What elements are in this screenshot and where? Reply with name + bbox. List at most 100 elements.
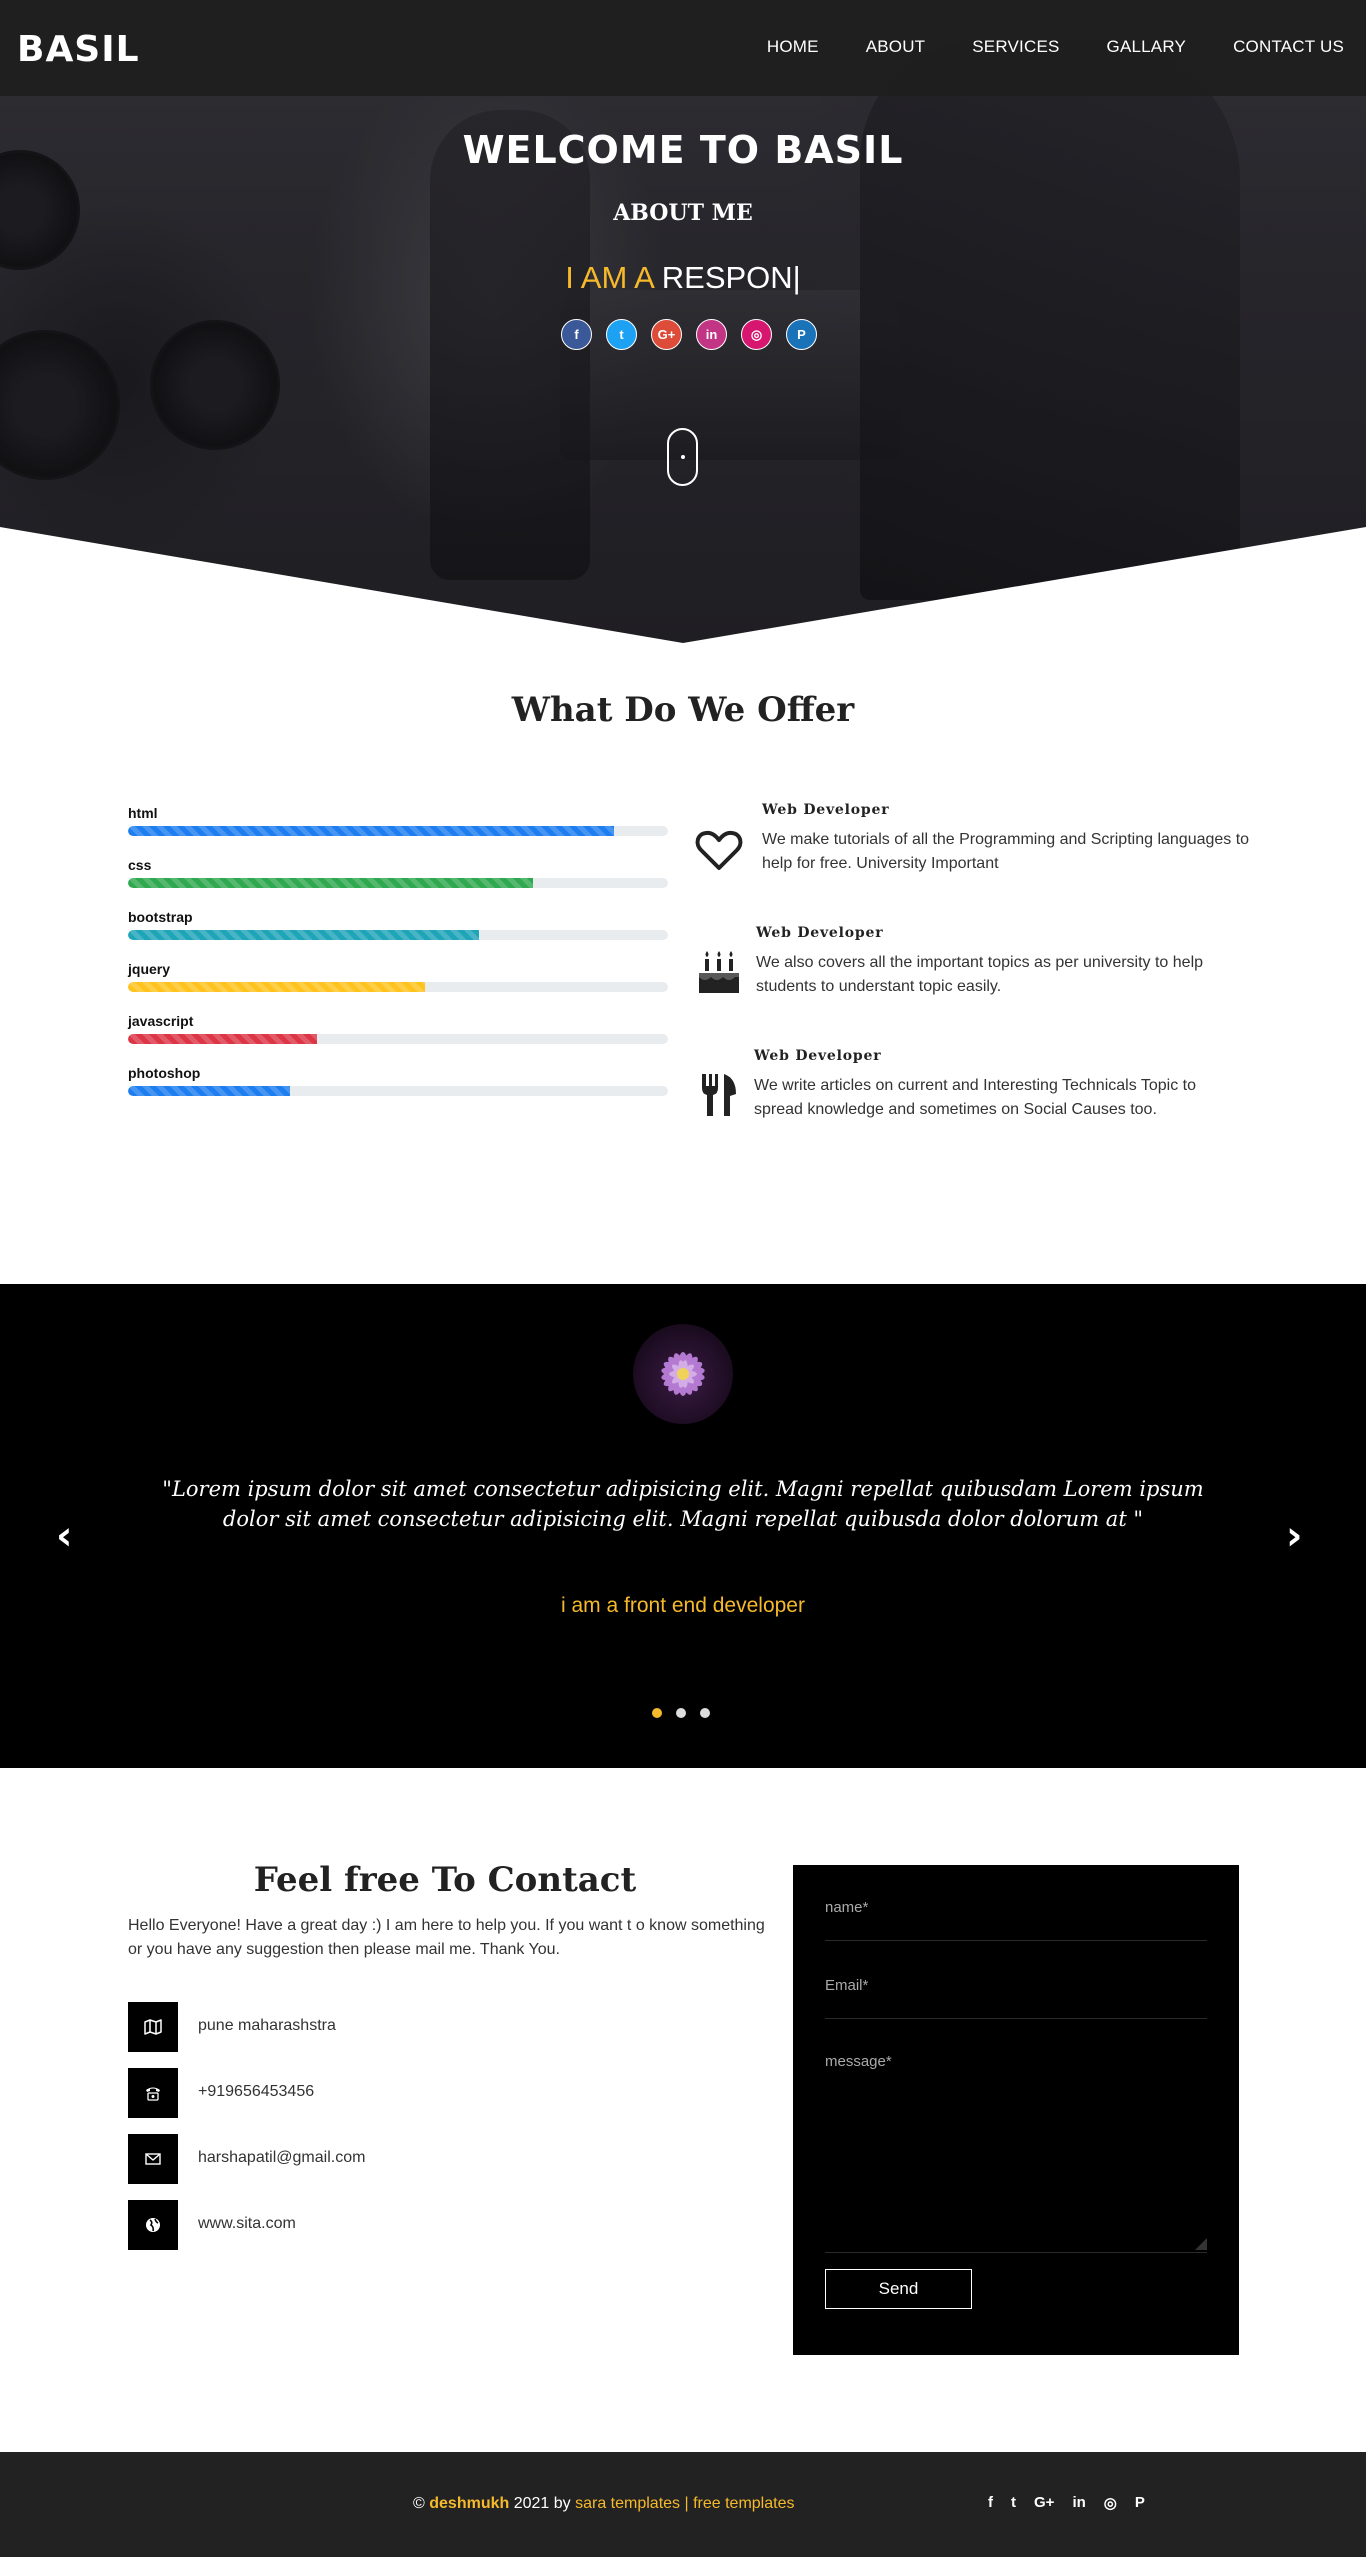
- skill-label: html: [128, 805, 158, 821]
- skill-progress-bar: [128, 826, 614, 836]
- contact-address-text: pune maharashstra: [198, 2017, 336, 2034]
- skill-progress-track: [128, 1034, 668, 1044]
- carousel-prev-icon[interactable]: ‹: [56, 1516, 72, 1556]
- nav-services[interactable]: SERVICES: [972, 37, 1059, 57]
- service-item: Web Developer We write articles on curre…: [694, 1048, 1254, 1138]
- testimonial-quote: "Lorem ipsum dolor sit amet consectetur …: [162, 1477, 1204, 1531]
- footer-social-links: f t G+ in ◎ P: [988, 2494, 1145, 2512]
- skill-progress-bar: [128, 1086, 290, 1096]
- carousel-next-icon[interactable]: ›: [1286, 1516, 1302, 1556]
- contact-title: Feel free To Contact: [253, 1860, 637, 1900]
- cutlery-icon: [702, 1074, 736, 1116]
- twitter-icon[interactable]: t: [606, 319, 637, 350]
- copyright: © deshmukh 2021 by sara templates | free…: [413, 2495, 794, 2513]
- pinterest-icon[interactable]: P: [1135, 2494, 1145, 2512]
- skills-list: html css bootstrap jquery javascript photosho…: [128, 804, 668, 1116]
- scroll-dot-icon: [681, 455, 685, 459]
- hero-subtitle: ABOUT ME: [613, 200, 753, 226]
- typed-prefix: I AM A: [565, 260, 654, 295]
- service-text: We make tutorials of all the Programming…: [762, 831, 1250, 872]
- service-text: We also covers all the important topics …: [756, 954, 1204, 995]
- name-input[interactable]: [825, 1899, 1207, 1916]
- contact-website-text[interactable]: www.sita.com: [198, 2215, 296, 2233]
- instagram-icon[interactable]: ◎: [1104, 2494, 1117, 2512]
- footer: © deshmukh 2021 by sara templates | free…: [0, 2452, 1366, 2557]
- pinterest-icon[interactable]: P: [786, 319, 817, 350]
- google-plus-icon[interactable]: G+: [1034, 2494, 1054, 2512]
- message-field-wrapper: [825, 2053, 1207, 2253]
- testimonial-carousel: "Lorem ipsum dolor sit amet consectetur …: [0, 1284, 1366, 1768]
- flower-image: [661, 1352, 705, 1396]
- resize-handle-icon[interactable]: [1195, 2238, 1207, 2250]
- carousel-dot[interactable]: [652, 1708, 662, 1718]
- skill-javascript: javascript: [128, 1012, 668, 1064]
- skill-label: bootstrap: [128, 909, 193, 925]
- instagram-icon[interactable]: ◎: [741, 319, 772, 350]
- skill-progress-bar: [128, 1034, 317, 1044]
- service-item: Web Developer We also covers all the imp…: [694, 925, 1254, 1015]
- nav-gallary[interactable]: GALLARY: [1107, 37, 1187, 57]
- twitter-icon[interactable]: t: [1011, 2494, 1016, 2512]
- envelope-icon: [128, 2134, 178, 2184]
- skill-photoshop: photoshop: [128, 1064, 668, 1116]
- service-heading: Web Developer: [756, 925, 884, 941]
- name-field-wrapper: [825, 1897, 1207, 1941]
- contact-phone: +919656453456: [128, 2068, 628, 2118]
- contact-form: Send: [793, 1865, 1239, 2355]
- skill-progress-bar: [128, 878, 533, 888]
- hero-social-links: f t G+ in ◎ P: [561, 319, 817, 350]
- hero-section: WELCOME TO BASIL ABOUT ME I AM A RESPON|…: [0, 0, 1366, 645]
- skill-progress-track: [128, 982, 668, 992]
- nav-contact-us[interactable]: CONTACT US: [1233, 37, 1344, 57]
- testimonial-avatar: [633, 1324, 733, 1424]
- skill-jquery: jquery: [128, 960, 668, 1012]
- skill-bootstrap: bootstrap: [128, 908, 668, 960]
- linkedin-icon[interactable]: in: [696, 319, 727, 350]
- contact-email: harshapatil@gmail.com: [128, 2134, 628, 2184]
- contact-phone-text: +919656453456: [198, 2083, 315, 2100]
- skill-label: photoshop: [128, 1065, 201, 1081]
- skill-progress-track: [128, 878, 668, 888]
- skill-label: css: [128, 857, 152, 873]
- scroll-down-indicator[interactable]: [667, 428, 698, 486]
- email-field-wrapper: [825, 1975, 1207, 2019]
- facebook-icon[interactable]: f: [561, 319, 592, 350]
- message-input[interactable]: [825, 2053, 1207, 2206]
- contact-intro: Hello Everyone! Have a great day :) I am…: [128, 1917, 765, 1958]
- nav-about[interactable]: ABOUT: [866, 37, 926, 57]
- carousel-dot[interactable]: [700, 1708, 710, 1718]
- typed-word: RESPON|: [661, 260, 801, 295]
- linkedin-icon[interactable]: in: [1072, 2494, 1085, 2512]
- skill-css: css: [128, 856, 668, 908]
- testimonial-role: i am a front end developer: [561, 1594, 805, 1617]
- skill-html: html: [128, 804, 668, 856]
- skill-progress-bar: [128, 930, 479, 940]
- footer-author[interactable]: deshmukh: [429, 2495, 509, 2512]
- service-item: Web Developer We make tutorials of all t…: [694, 802, 1254, 892]
- phone-icon: [128, 2068, 178, 2118]
- email-input[interactable]: [825, 1977, 1207, 1994]
- facebook-icon[interactable]: f: [988, 2494, 993, 2512]
- send-button[interactable]: Send: [825, 2269, 972, 2309]
- map-icon: [128, 2002, 178, 2052]
- site-logo[interactable]: BASIL: [17, 32, 140, 68]
- carousel-indicators: [652, 1708, 710, 1718]
- carousel-dot[interactable]: [676, 1708, 686, 1718]
- skill-label: javascript: [128, 1013, 194, 1029]
- service-heading: Web Developer: [762, 802, 890, 818]
- nav-home[interactable]: HOME: [767, 37, 819, 57]
- service-heading: Web Developer: [754, 1048, 882, 1064]
- skill-label: jquery: [128, 961, 171, 977]
- service-text: We write articles on current and Interes…: [754, 1077, 1196, 1118]
- hero-typed-text: I AM A RESPON|: [0, 260, 1366, 296]
- birthday-cake-icon: [699, 951, 739, 993]
- google-plus-icon[interactable]: G+: [651, 319, 682, 350]
- footer-year: 2021 by: [509, 2495, 576, 2512]
- offer-section-title: What Do We Offer: [511, 690, 855, 730]
- globe-icon: [128, 2200, 178, 2250]
- nav-menu: HOME ABOUT SERVICES GALLARY CONTACT US: [767, 37, 1344, 57]
- footer-links[interactable]: sara templates | free templates: [575, 2495, 794, 2512]
- top-navbar: BASIL HOME ABOUT SERVICES GALLARY CONTAC…: [0, 0, 1366, 96]
- copyright-icon: ©: [413, 2495, 425, 2512]
- contact-email-text[interactable]: harshapatil@gmail.com: [198, 2149, 365, 2167]
